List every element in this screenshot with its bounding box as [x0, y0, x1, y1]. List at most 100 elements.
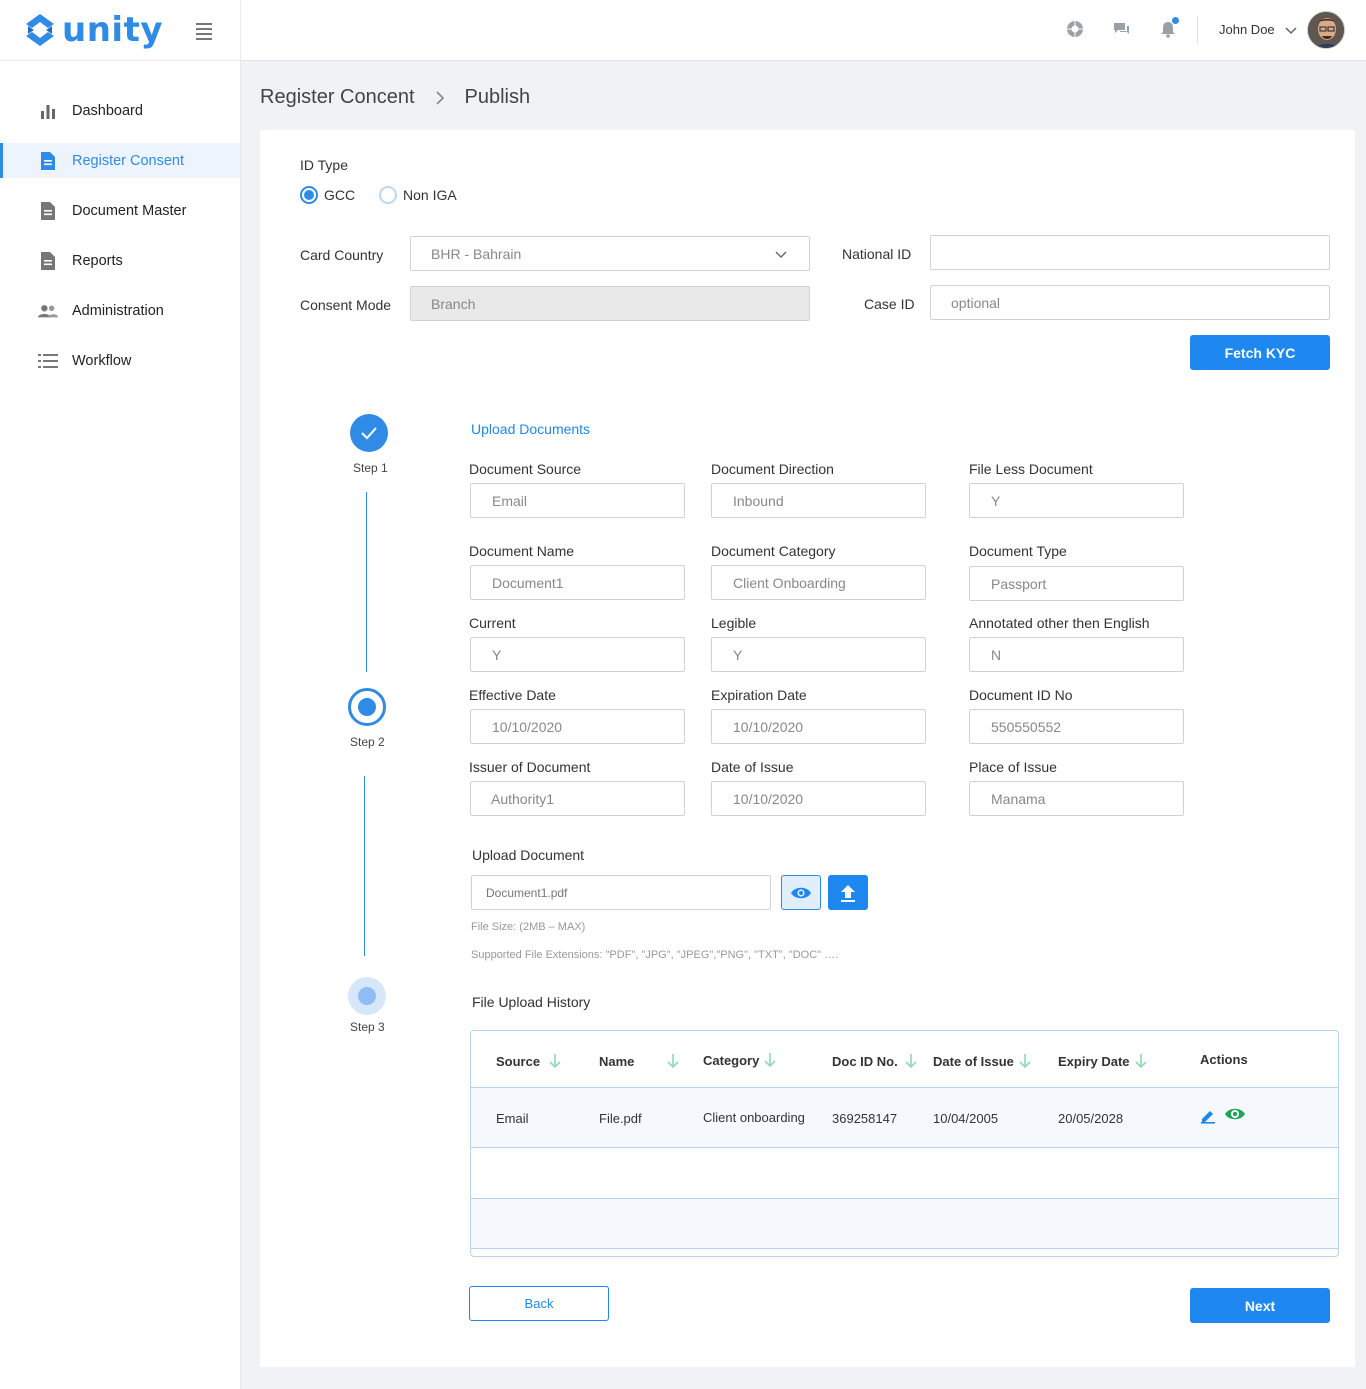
issuer-label: Issuer of Document	[469, 759, 591, 775]
user-name[interactable]: John Doe	[1219, 22, 1275, 37]
file-less-document-field[interactable]: Y	[969, 483, 1184, 518]
column-header-name[interactable]: Name	[599, 1053, 680, 1069]
annotated-field[interactable]: N	[969, 637, 1184, 672]
document-icon	[38, 251, 58, 271]
view-icon[interactable]	[1224, 1106, 1246, 1122]
card-country-value: BHR - Bahrain	[431, 245, 522, 262]
document-type-label: Document Type	[969, 543, 1067, 559]
cell-source: Email	[496, 1111, 529, 1126]
column-header-expiry-date[interactable]: Expiry Date	[1058, 1053, 1148, 1069]
sidebar-item-document-master[interactable]: Document Master	[0, 193, 240, 228]
column-label: Category	[703, 1052, 760, 1068]
field-value: N	[991, 646, 1002, 663]
effective-date-field[interactable]: 10/10/2020	[470, 709, 685, 744]
bar-chart-icon	[38, 101, 58, 121]
fetch-kyc-button[interactable]: Fetch KYC	[1190, 335, 1330, 370]
upload-documents-title: Upload Documents	[471, 421, 591, 437]
case-id-input[interactable]: optional	[930, 285, 1330, 320]
column-header-actions: Actions	[1200, 1052, 1248, 1067]
document-type-field[interactable]: Passport	[969, 566, 1184, 601]
document-source-label: Document Source	[469, 461, 582, 477]
field-value: Y	[492, 646, 502, 663]
menu-toggle-icon[interactable]	[196, 23, 212, 43]
step-connector	[366, 492, 367, 672]
field-value: Authority1	[491, 790, 555, 807]
card-country-select[interactable]: BHR - Bahrain	[410, 236, 810, 271]
sidebar-item-label: Document Master	[72, 202, 187, 219]
preview-file-button[interactable]	[781, 875, 821, 910]
chevron-down-icon[interactable]	[1285, 24, 1297, 36]
annotated-label: Annotated other then English	[969, 615, 1150, 631]
sidebar-item-register-consent[interactable]: Register Consent	[0, 143, 240, 178]
breadcrumb: Register Concent Publish	[260, 86, 530, 109]
upload-file-name: Document1.pdf	[486, 885, 568, 900]
sort-arrow-icon	[905, 1054, 917, 1069]
national-id-input[interactable]	[930, 235, 1330, 270]
file-upload-history-table: Source Name Category Doc ID No. Date of …	[470, 1030, 1339, 1257]
document-name-field[interactable]: Document1	[470, 565, 685, 600]
document-direction-label: Document Direction	[711, 461, 834, 477]
next-button[interactable]: Next	[1190, 1288, 1330, 1323]
document-source-field[interactable]: Email	[470, 483, 685, 518]
field-value: Y	[733, 646, 743, 663]
edit-icon[interactable]	[1199, 1106, 1217, 1124]
sidebar-item-administration[interactable]: Administration	[0, 293, 240, 328]
document-id-no-field[interactable]: 550550552	[969, 709, 1184, 744]
document-category-field[interactable]: Client Onboarding	[711, 565, 926, 600]
consent-mode-value: Branch	[431, 295, 476, 312]
file-less-document-label: File Less Document	[969, 461, 1093, 477]
avatar[interactable]	[1307, 11, 1345, 49]
sidebar-item-label: Workflow	[72, 352, 132, 369]
list-icon	[38, 351, 58, 371]
upload-file-input[interactable]: Document1.pdf	[471, 875, 771, 910]
sort-arrow-icon	[549, 1054, 561, 1069]
file-upload-history-title: File Upload History	[472, 994, 591, 1010]
column-label: Source	[496, 1053, 541, 1069]
sidebar-item-dashboard[interactable]: Dashboard	[0, 93, 240, 128]
bell-icon[interactable]	[1159, 17, 1179, 40]
support-icon[interactable]	[1066, 20, 1086, 40]
legible-label: Legible	[711, 615, 757, 631]
column-header-doc-id[interactable]: Doc ID No.	[832, 1053, 918, 1069]
id-type-label: ID Type	[300, 157, 348, 173]
back-button[interactable]: Back	[469, 1286, 609, 1321]
breadcrumb-item[interactable]: Register Concent	[260, 86, 415, 109]
case-id-label: Case ID	[864, 296, 915, 312]
column-header-category[interactable]: Category	[703, 1052, 777, 1068]
sidebar-item-label: Register Consent	[72, 152, 185, 169]
chat-icon[interactable]	[1113, 20, 1133, 40]
date-of-issue-field[interactable]: 10/10/2020	[711, 781, 926, 816]
radio-non-iga[interactable]: Non IGA	[379, 186, 457, 204]
radio-gcc[interactable]: GCC	[300, 186, 355, 204]
step-2-label: Step 2	[350, 735, 385, 749]
breadcrumb-item-current: Publish	[464, 86, 531, 108]
legible-field[interactable]: Y	[711, 637, 926, 672]
step-3-label: Step 3	[350, 1020, 385, 1034]
step-connector	[364, 776, 365, 956]
step-1-complete[interactable]	[350, 414, 388, 452]
logo[interactable]: unity	[0, 0, 240, 61]
issuer-field[interactable]: Authority1	[470, 781, 685, 816]
register-consent-form: ID Type GCC Non IGA Card Country BHR - B…	[260, 130, 1355, 1367]
place-of-issue-field[interactable]: Manama	[969, 781, 1184, 816]
consent-mode-label: Consent Mode	[300, 297, 392, 313]
step-3-pending[interactable]	[348, 977, 386, 1015]
sidebar-item-reports[interactable]: Reports	[0, 243, 240, 278]
consent-mode-field: Branch	[410, 286, 810, 321]
sidebar-nav: Dashboard Register Consent Document Mast…	[0, 93, 240, 378]
column-header-source[interactable]: Source	[496, 1053, 562, 1069]
expiration-date-field[interactable]: 10/10/2020	[711, 709, 926, 744]
column-header-date-of-issue[interactable]: Date of Issue	[933, 1053, 1032, 1069]
place-of-issue-label: Place of Issue	[969, 759, 1057, 775]
users-icon	[38, 301, 58, 321]
notification-badge	[1172, 17, 1179, 24]
step-2-current[interactable]	[348, 688, 386, 726]
upload-file-button[interactable]	[828, 875, 868, 910]
sidebar-item-workflow[interactable]: Workflow	[0, 343, 240, 378]
current-field[interactable]: Y	[470, 637, 685, 672]
radio-label: GCC	[324, 187, 356, 203]
upload-icon	[841, 884, 855, 902]
logo-text: unity	[62, 10, 163, 50]
document-direction-field[interactable]: Inbound	[711, 483, 926, 518]
document-icon	[38, 201, 58, 221]
